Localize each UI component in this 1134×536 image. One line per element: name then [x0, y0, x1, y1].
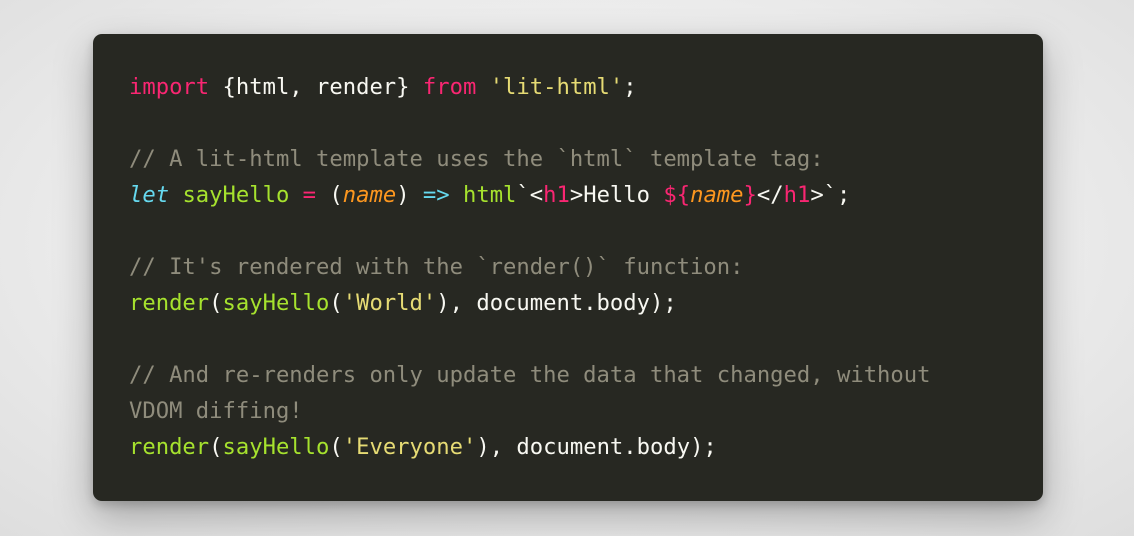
code-token-plain: (: [209, 290, 223, 316]
code-token-plain: ): [396, 182, 423, 208]
code-token-plain: {html, render}: [209, 74, 423, 100]
code-line: VDOM diffing!: [129, 393, 1043, 429]
code-snippet-window: import {html, render} from 'lit-html'; /…: [93, 34, 1043, 501]
code-token-plain: ;: [623, 74, 637, 100]
code-token-keyword: ${: [663, 182, 691, 208]
code-token-plain: (: [316, 182, 343, 208]
code-token-param: name: [690, 182, 744, 208]
code-token-comment: VDOM diffing!: [129, 398, 303, 424]
code-token-func: sayHello: [182, 182, 290, 208]
code-token-string: 'World': [342, 290, 437, 316]
code-token-param: name: [342, 182, 397, 208]
code-token-func: render: [129, 290, 210, 316]
code-token-keyword: from: [422, 74, 477, 100]
code-token-keyword: }: [743, 182, 757, 208]
code-token-func: html: [462, 182, 517, 208]
code-token-tag: h1: [783, 182, 811, 208]
code-block: import {html, render} from 'lit-html'; /…: [129, 69, 1043, 465]
code-token-string: 'Everyone': [342, 434, 477, 460]
code-token-keyword: import: [129, 74, 210, 100]
code-line: render(sayHello('Everyone'), document.bo…: [129, 429, 1043, 465]
code-line: import {html, render} from 'lit-html';: [129, 69, 1043, 105]
code-token-plain: (: [329, 290, 343, 316]
code-token-plain: ), document.body);: [436, 290, 677, 316]
code-token-storage: let: [129, 182, 170, 208]
code-line: // A lit-html template uses the `html` t…: [129, 141, 1043, 177]
code-token-string: 'lit-html': [489, 74, 624, 100]
code-token-plain: `<: [516, 182, 544, 208]
code-token-comment: // And re-renders only update the data t…: [129, 362, 931, 388]
code-token-plain: (: [209, 434, 223, 460]
code-token-func: render: [129, 434, 210, 460]
code-token-tag: h1: [543, 182, 570, 208]
code-token-func: sayHello: [222, 434, 330, 460]
code-token-plain: </: [756, 182, 784, 208]
code-token-storage: =>: [422, 182, 450, 208]
code-line: render(sayHello('World'), document.body)…: [129, 285, 1043, 321]
code-line: // And re-renders only update the data t…: [129, 357, 1043, 393]
code-line: // It's rendered with the `render()` fun…: [129, 249, 1043, 285]
code-token-keyword: =: [302, 182, 317, 208]
code-token-plain: (: [329, 434, 343, 460]
code-line: let sayHello = (name) => html`<h1>Hello …: [129, 177, 1043, 213]
code-token-plain: >Hello: [569, 182, 664, 208]
code-token-comment: // A lit-html template uses the `html` t…: [129, 146, 824, 172]
code-token-func: sayHello: [222, 290, 330, 316]
code-token-plain: >`;: [810, 182, 851, 208]
code-token-comment: // It's rendered with the `render()` fun…: [129, 254, 744, 280]
code-token-plain: ), document.body);: [476, 434, 717, 460]
